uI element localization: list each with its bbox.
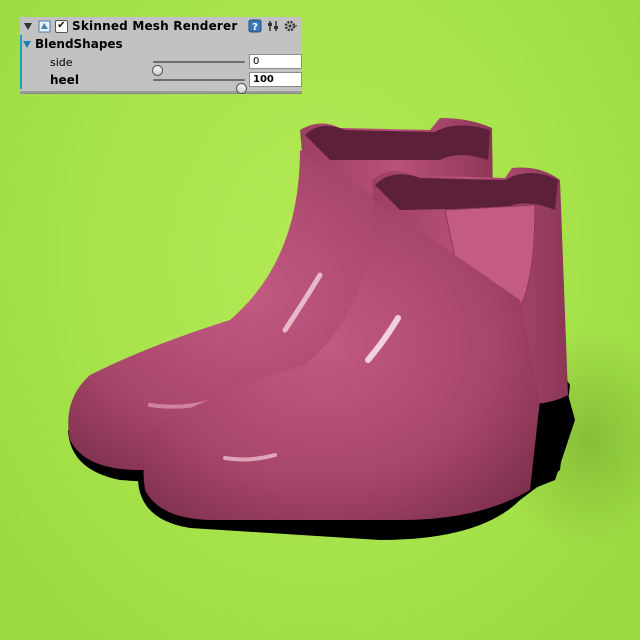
selection-bar (20, 71, 22, 89)
heel-value-field[interactable]: 100 (249, 72, 302, 87)
component-enabled-checkbox[interactable]: ✔ (55, 19, 68, 33)
foldout-arrow-icon[interactable] (23, 40, 31, 48)
component-header[interactable]: ✔ Skinned Mesh Renderer ? (20, 17, 302, 35)
blendshapes-title: BlendShapes (35, 37, 123, 51)
help-icon[interactable]: ? (248, 19, 262, 33)
side-slider[interactable] (152, 61, 245, 76)
blendshape-label: side (50, 55, 73, 69)
scene-viewport[interactable] (0, 0, 640, 640)
inspector-panel: ✔ Skinned Mesh Renderer ? BlendShapes si… (20, 17, 302, 94)
side-value-field[interactable]: 0 (249, 54, 302, 69)
component-title: Skinned Mesh Renderer (72, 19, 238, 33)
settings-gear-icon[interactable] (284, 19, 298, 33)
blendshape-row-heel: heel 100 (20, 71, 302, 94)
preset-icon[interactable] (266, 19, 280, 33)
blendshapes-foldout[interactable]: BlendShapes (20, 35, 302, 53)
skinned-mesh-icon (38, 20, 51, 33)
selection-bar (20, 35, 22, 53)
svg-text:?: ? (252, 22, 258, 33)
heel-slider-thumb[interactable] (236, 83, 247, 94)
heel-slider[interactable] (153, 79, 247, 94)
blendshape-row-side: side 0 (20, 53, 302, 76)
selection-bar (20, 53, 22, 71)
blendshape-label: heel (50, 73, 79, 87)
foldout-arrow-icon[interactable] (24, 22, 32, 30)
